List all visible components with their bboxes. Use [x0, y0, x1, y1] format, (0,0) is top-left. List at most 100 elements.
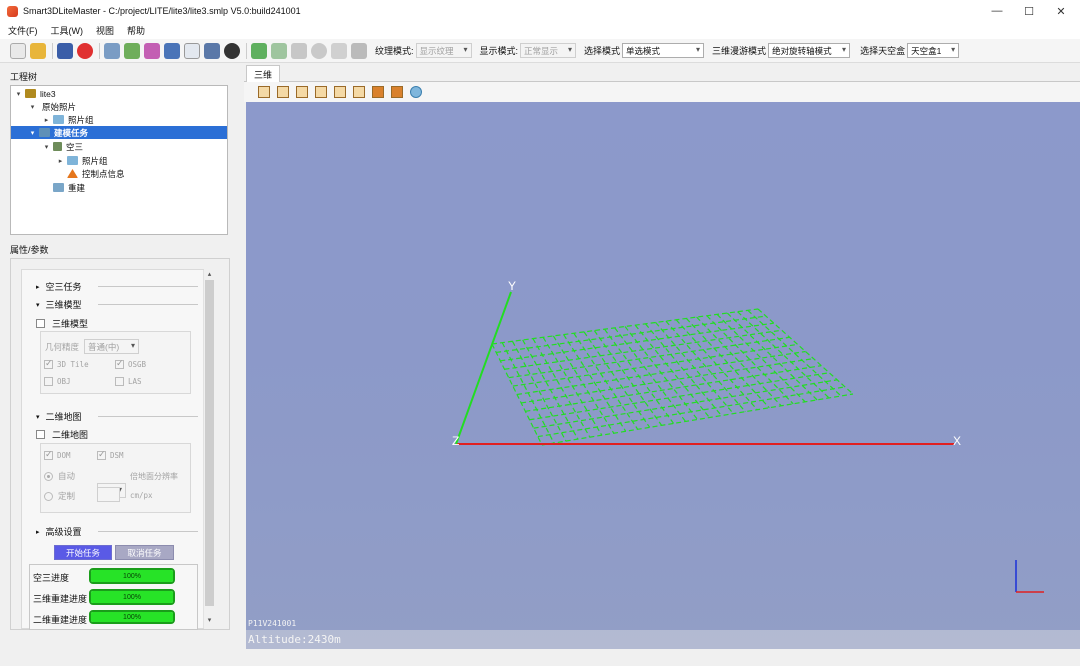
tree-node-reconstruction[interactable]: 重建: [11, 181, 227, 194]
camera-icon[interactable]: [251, 42, 267, 59]
maximize-button[interactable]: ☐: [1012, 0, 1046, 22]
photo-group-icon: [53, 115, 64, 124]
view-toolbar: [244, 82, 1080, 102]
expand-toggle-icon[interactable]: ▸: [56, 157, 65, 165]
custom-resolution-input[interactable]: [97, 487, 120, 502]
image-group-icon[interactable]: [144, 42, 160, 59]
grid-col-line: [501, 342, 555, 444]
section-aerial-task[interactable]: ▸ 空三任务: [36, 280, 82, 293]
view-right-icon[interactable]: [334, 86, 346, 98]
custom-resolution-row[interactable]: 定制: [44, 490, 75, 502]
fmt-osgb-row[interactable]: OSGB: [115, 358, 146, 369]
collapse-arrow-icon: ▾: [36, 301, 40, 309]
close-window-button[interactable]: ✕: [1044, 0, 1078, 22]
fmt-obj-row[interactable]: OBJ: [44, 377, 71, 386]
camera-settings-icon[interactable]: [291, 42, 307, 59]
texture-mode-select[interactable]: 显示纹理: [415, 43, 472, 58]
auto-resolution-row[interactable]: 自动: [44, 470, 75, 482]
3d-viewport[interactable]: Y Z X P11V241001: [246, 102, 1080, 649]
menu-help[interactable]: 帮助: [127, 24, 145, 37]
open-folder-icon[interactable]: [30, 42, 46, 59]
view-reset-icon[interactable]: [410, 86, 422, 98]
collapse-toggle-icon[interactable]: ▾: [14, 90, 23, 98]
collapse-toggle-icon[interactable]: ▾: [42, 143, 51, 151]
view-cube-icon[interactable]: [258, 86, 270, 98]
grid-col-line: [665, 320, 746, 413]
fmt-osgb-checkbox[interactable]: [115, 358, 124, 369]
toolbar-divider: [246, 42, 247, 59]
tree-node-aerotriangulation[interactable]: ▾ 空三: [11, 140, 227, 153]
section-2d-map[interactable]: ▾ 二维地图: [36, 410, 82, 423]
divider: [98, 304, 198, 305]
new-project-icon[interactable]: [10, 42, 26, 59]
close-project-icon[interactable]: [77, 42, 93, 59]
roam-mode-select[interactable]: 绝对旋转轴模式: [768, 43, 851, 58]
export-icon[interactable]: [204, 42, 220, 59]
properties-scrollbar[interactable]: ▴ ▾: [203, 270, 214, 628]
document-icon[interactable]: [184, 42, 200, 59]
skybox-select[interactable]: 天空盒1: [907, 43, 960, 58]
menu-file[interactable]: 文件(F): [8, 24, 38, 37]
tree-node-modeling-task[interactable]: ▾ 建模任务: [11, 126, 227, 139]
model-checkbox-row[interactable]: 三维模型: [36, 317, 88, 330]
checkbox-label: 二维地图: [52, 430, 89, 440]
tree-node-photo-group-2[interactable]: ▸ 照片组: [11, 154, 227, 167]
view-iso-icon[interactable]: [391, 86, 403, 98]
minimize-button[interactable]: —: [980, 0, 1014, 22]
tree-node-photo-group[interactable]: ▸ 照片组: [11, 113, 227, 126]
checkbox-label: LAS: [128, 377, 142, 386]
section-advanced-settings[interactable]: ▸ 高级设置: [36, 525, 82, 538]
cancel-task-button[interactable]: 取消任务: [115, 545, 174, 560]
fmt-obj-checkbox[interactable]: [44, 377, 53, 386]
scene-canvas[interactable]: Y Z X P11V241001: [246, 102, 1080, 649]
fmt-las-checkbox[interactable]: [115, 377, 124, 386]
settings-icon[interactable]: [104, 42, 120, 59]
preview-eye-icon[interactable]: [224, 42, 240, 59]
collapse-toggle-icon[interactable]: ▾: [28, 129, 37, 137]
section-3d-model[interactable]: ▾ 三维模型: [36, 298, 82, 311]
fmt-dom-checkbox[interactable]: [44, 449, 53, 460]
fmt-3dtiles-row[interactable]: 3D Tile: [44, 358, 89, 369]
view-bottom-icon[interactable]: [372, 86, 384, 98]
auto-radio[interactable]: [44, 471, 53, 481]
fmt-dsm-row[interactable]: DSM: [97, 449, 124, 460]
section-title: 空三任务: [45, 282, 82, 292]
menu-view[interactable]: 视图: [96, 24, 114, 37]
model-checkbox[interactable]: [36, 319, 45, 328]
points-icon[interactable]: [331, 42, 347, 59]
tree-node-raw-photos[interactable]: ▾ 原始照片: [11, 100, 227, 113]
display-mode-select[interactable]: 正常显示: [520, 43, 577, 58]
script-icon[interactable]: [164, 42, 180, 59]
info-icon[interactable]: [311, 42, 327, 59]
start-task-button[interactable]: 开始任务: [54, 545, 112, 560]
map-checkbox-row[interactable]: 二维地图: [36, 428, 88, 441]
geometry-precision-select[interactable]: 普通(中): [84, 339, 139, 354]
image-icon[interactable]: [124, 42, 140, 59]
select-mode-select[interactable]: 单选模式: [622, 43, 705, 58]
custom-radio[interactable]: [44, 491, 53, 501]
progress-row-2d: 二维重建进度: [33, 613, 87, 626]
expand-toggle-icon[interactable]: ▸: [42, 116, 51, 124]
pick-icon[interactable]: [351, 42, 367, 59]
collapse-toggle-icon[interactable]: ▾: [28, 103, 37, 111]
checkbox-label: 三维模型: [52, 319, 89, 329]
scroll-up-icon[interactable]: ▴: [205, 270, 214, 280]
fmt-dom-row[interactable]: DOM: [44, 449, 71, 460]
view-back-icon[interactable]: [296, 86, 308, 98]
scroll-thumb[interactable]: [205, 280, 214, 606]
menu-tools[interactable]: 工具(W): [51, 24, 84, 37]
fmt-las-row[interactable]: LAS: [115, 377, 142, 386]
tab-3d[interactable]: 三维: [246, 65, 280, 83]
orientation-gizmo: [1015, 560, 1044, 593]
tree-node-lite3[interactable]: ▾ lite3: [11, 87, 227, 100]
view-top-icon[interactable]: [353, 86, 365, 98]
scroll-down-icon[interactable]: ▾: [205, 616, 214, 626]
save-icon[interactable]: [57, 42, 73, 59]
fmt-3dtiles-checkbox[interactable]: [44, 358, 53, 369]
view-left-icon[interactable]: [315, 86, 327, 98]
fmt-dsm-checkbox[interactable]: [97, 449, 106, 460]
tree-node-control-points[interactable]: 控制点信息: [11, 167, 227, 180]
map-checkbox[interactable]: [36, 430, 45, 439]
camera-add-icon[interactable]: [271, 42, 287, 59]
view-front-icon[interactable]: [277, 86, 289, 98]
